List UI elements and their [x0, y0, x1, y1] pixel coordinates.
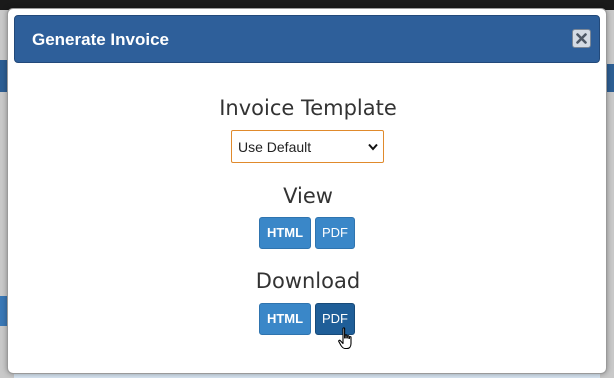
background-panel-edge [606, 64, 614, 92]
view-heading: View [283, 184, 333, 208]
invoice-template-heading: Invoice Template [219, 96, 397, 120]
close-button[interactable] [572, 29, 591, 48]
invoice-template-select[interactable]: Use Default [231, 130, 384, 163]
view-pdf-button[interactable]: PDF [315, 217, 355, 249]
generate-invoice-dialog: Generate Invoice Invoice Template Use De… [7, 8, 607, 374]
chevron-down-icon [368, 143, 378, 151]
close-icon [576, 33, 587, 44]
view-html-button[interactable]: HTML [259, 217, 311, 249]
download-html-button[interactable]: HTML [259, 303, 311, 335]
dialog-title: Generate Invoice [32, 30, 170, 49]
download-heading: Download [255, 269, 361, 293]
select-value: Use Default [238, 139, 312, 155]
dialog-header: Generate Invoice [14, 15, 600, 63]
hand-pointer-icon [338, 327, 352, 350]
